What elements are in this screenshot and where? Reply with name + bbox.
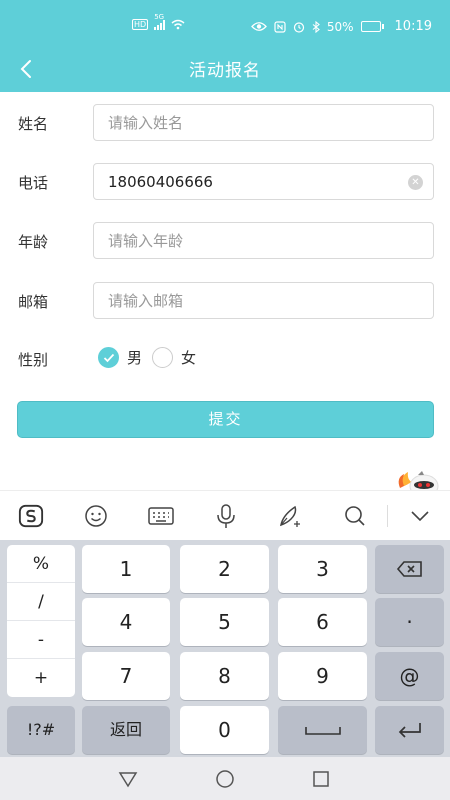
gender-label: 性别: [18, 351, 49, 369]
keyboard-icon[interactable]: [148, 503, 174, 529]
status-bar: HD 5G 50% 10:19: [0, 0, 450, 50]
age-input[interactable]: [94, 223, 433, 258]
phone-label: 电话: [18, 174, 49, 192]
email-label: 邮箱: [18, 293, 49, 311]
email-input[interactable]: [94, 283, 433, 318]
enter-icon: [398, 723, 421, 738]
dot-key[interactable]: ·: [375, 598, 444, 646]
alarm-icon: [293, 21, 304, 33]
name-field-box: [93, 104, 434, 141]
space-key[interactable]: [278, 706, 367, 754]
symbol-key[interactable]: -: [7, 621, 75, 659]
nfc-icon: [274, 20, 286, 33]
hd-badge: HD: [132, 19, 149, 30]
symbol-column: % / - +: [7, 545, 75, 697]
nav-back-icon[interactable]: [118, 769, 138, 789]
gender-row: 性别 男 女: [0, 340, 450, 378]
email-row: 邮箱: [0, 282, 450, 320]
phone-field-box: ✕: [93, 163, 434, 200]
name-input[interactable]: [94, 105, 433, 140]
key-7[interactable]: 7: [82, 652, 170, 700]
symbol-key[interactable]: /: [7, 583, 75, 621]
key-3[interactable]: 3: [278, 545, 367, 593]
emoji-icon[interactable]: [83, 503, 109, 529]
back-key[interactable]: 返回: [82, 706, 170, 754]
toolbar-divider: [387, 505, 388, 527]
eye-icon: [250, 22, 267, 31]
search-icon[interactable]: [342, 503, 368, 529]
backspace-icon: [396, 561, 422, 577]
nav-bar: 活动报名: [0, 50, 450, 88]
gender-option-male[interactable]: 男: [98, 347, 142, 368]
radio-checked-icon[interactable]: [98, 347, 119, 368]
phone-input[interactable]: [94, 164, 433, 199]
handwriting-icon[interactable]: [277, 503, 303, 529]
age-label: 年龄: [18, 233, 49, 251]
space-icon: [304, 727, 341, 735]
radio-unchecked-icon[interactable]: [152, 347, 174, 368]
key-6[interactable]: 6: [278, 598, 367, 646]
key-1[interactable]: 1: [82, 545, 170, 593]
backspace-key[interactable]: [375, 545, 444, 593]
name-label: 姓名: [18, 115, 49, 133]
status-time: 10:19: [394, 19, 432, 34]
symbols-switch-key[interactable]: !?#: [7, 706, 75, 754]
name-row: 姓名: [0, 104, 450, 142]
page-title: 活动报名: [189, 61, 261, 81]
phone-row: 电话 ✕: [0, 163, 450, 201]
key-8[interactable]: 8: [180, 652, 269, 700]
key-2[interactable]: 2: [180, 545, 269, 593]
key-0[interactable]: 0: [180, 706, 269, 754]
symbol-key[interactable]: +: [7, 659, 75, 697]
battery-percent: 50%: [326, 19, 354, 34]
microphone-icon[interactable]: [213, 503, 239, 529]
network-type: 5G: [154, 12, 165, 21]
nav-recents-icon[interactable]: [311, 769, 331, 789]
gender-radio-group: 男 女: [98, 347, 206, 368]
cell-signal-icon: [154, 19, 166, 30]
key-4[interactable]: 4: [82, 598, 170, 646]
gender-option-label: 男: [127, 349, 143, 367]
enter-key[interactable]: [375, 706, 444, 754]
gender-option-female[interactable]: 女: [152, 347, 196, 368]
age-row: 年龄: [0, 222, 450, 260]
submit-button[interactable]: 提交: [17, 401, 434, 438]
nav-home-icon[interactable]: [215, 769, 235, 789]
collapse-icon[interactable]: [407, 503, 433, 529]
system-nav-bar: [0, 757, 450, 800]
battery-icon: [360, 21, 384, 32]
numeric-keyboard: % / - + 1 2 3 4 5 6 · 7 8 9 @ !?# 返回 0: [0, 540, 450, 757]
at-key[interactable]: @: [375, 652, 444, 700]
sogou-logo-icon[interactable]: [18, 503, 44, 529]
symbol-key[interactable]: %: [7, 545, 75, 583]
gender-option-label: 女: [181, 349, 197, 367]
age-field-box: [93, 222, 434, 259]
key-9[interactable]: 9: [278, 652, 367, 700]
email-field-box: [93, 282, 434, 319]
wifi-icon: [171, 19, 185, 30]
bluetooth-icon: [312, 20, 320, 33]
clear-icon[interactable]: ✕: [408, 175, 423, 190]
ime-toolbar: [0, 490, 450, 540]
key-5[interactable]: 5: [180, 598, 269, 646]
app-header: HD 5G 50% 10:19 活动报名: [0, 0, 450, 92]
